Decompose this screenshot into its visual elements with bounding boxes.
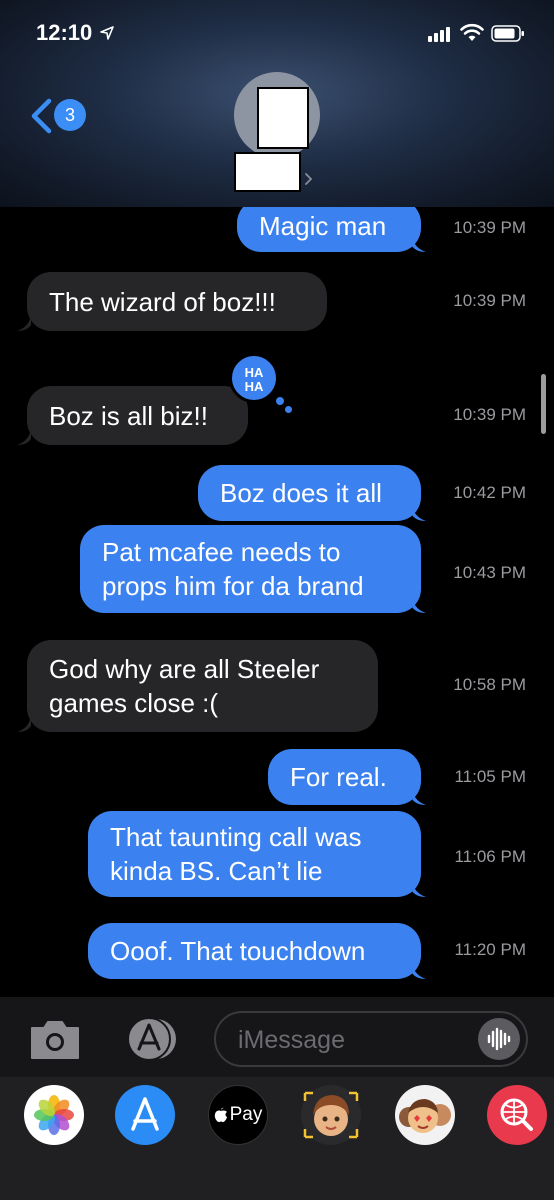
message-timestamp: 11:05 PM (454, 767, 526, 786)
unread-count-badge[interactable]: 3 (54, 99, 86, 131)
message-timestamp: 10:39 PM (453, 218, 526, 237)
wifi-icon (460, 23, 484, 41)
bubble-tail (17, 716, 31, 732)
message-timestamp: 11:06 PM (454, 847, 526, 866)
conversation-header: 12:10 3 (0, 0, 554, 207)
bubble-tail (412, 789, 426, 805)
memoji-icon[interactable] (301, 1085, 361, 1145)
status-time: 12:10 (36, 20, 93, 45)
apple-logo-icon (214, 1107, 227, 1122)
memoji-stickers-icon[interactable] (395, 1085, 455, 1145)
message-timestamp: 10:58 PM (453, 675, 526, 694)
message-text: The wizard of boz!!! (49, 286, 276, 317)
message-text-line: kinda BS. Can’t lie (110, 856, 323, 886)
app-store-icon[interactable] (115, 1085, 175, 1145)
message-timestamp: 10:43 PM (453, 563, 526, 582)
bubble-tail (412, 963, 426, 979)
message-input-field[interactable] (214, 1011, 528, 1067)
back-chevron-icon[interactable] (28, 97, 54, 135)
message-text: Magic man (259, 210, 387, 241)
cellular-signal-icon (428, 27, 450, 42)
haha-tapback-icon[interactable]: HA HA (229, 353, 279, 403)
battery-icon (491, 25, 524, 42)
bubble-tail (412, 505, 426, 521)
message-bubble-outgoing[interactable]: Magic man (237, 207, 421, 252)
message-text-line: props him for da brand (102, 571, 364, 601)
message-list[interactable]: Magic man 10:39 PM The wizard of boz!!! … (0, 207, 554, 997)
tapback-dot (274, 395, 286, 407)
bubble-tail (17, 429, 31, 445)
photos-icon[interactable] (24, 1085, 84, 1145)
bubble-tail (412, 881, 426, 897)
message-timestamp: 11:20 PM (454, 940, 526, 959)
redacted-contact-name[interactable] (234, 152, 301, 192)
message-text: Ooof. That touchdown (110, 936, 366, 966)
tapback-dot (285, 406, 292, 413)
message-bubble-outgoing[interactable]: Boz does it all (198, 465, 421, 521)
message-bubble-outgoing[interactable]: Pat mcafee needs to props him for da bra… (80, 525, 421, 613)
bubble-tail (17, 315, 31, 331)
message-bubble-outgoing[interactable]: Ooof. That touchdown (88, 923, 421, 979)
message-text-line: Pat mcafee needs to (102, 537, 341, 567)
message-timestamp: 10:39 PM (453, 291, 526, 310)
message-text-line: God why are all Steeler (49, 654, 320, 684)
camera-icon[interactable] (28, 1018, 82, 1062)
message-timestamp: 10:39 PM (453, 405, 526, 424)
message-timestamp: 10:42 PM (453, 483, 526, 502)
audio-waveform-icon[interactable] (478, 1018, 520, 1060)
location-arrow-icon (100, 26, 114, 40)
message-bubble-incoming[interactable]: Boz is all biz!! (27, 386, 248, 445)
web-images-icon[interactable] (487, 1085, 547, 1145)
message-text-line: games close :( (49, 688, 219, 718)
bubble-tail (412, 236, 426, 252)
app-store-icon[interactable] (121, 1014, 181, 1064)
message-text-line: That taunting call was (110, 822, 362, 852)
apple-pay-icon[interactable]: Pay (208, 1085, 268, 1145)
message-bubble-incoming[interactable]: God why are all Steeler games close :( (27, 640, 378, 732)
message-bubble-incoming[interactable]: The wizard of boz!!! (27, 272, 327, 331)
bubble-tail (412, 597, 426, 613)
message-text: Boz does it all (220, 478, 382, 508)
scroll-indicator[interactable] (541, 374, 546, 434)
apple-pay-label: Pay (229, 1104, 263, 1125)
chevron-right-icon[interactable] (304, 172, 314, 186)
message-bubble-outgoing[interactable]: That taunting call was kinda BS. Can’t l… (88, 811, 421, 897)
imessage-input[interactable] (238, 1023, 458, 1057)
message-text: For real. (290, 762, 387, 792)
message-text: Boz is all biz!! (49, 400, 208, 431)
redacted-avatar-box (257, 87, 309, 149)
message-bubble-outgoing[interactable]: For real. (268, 749, 421, 805)
